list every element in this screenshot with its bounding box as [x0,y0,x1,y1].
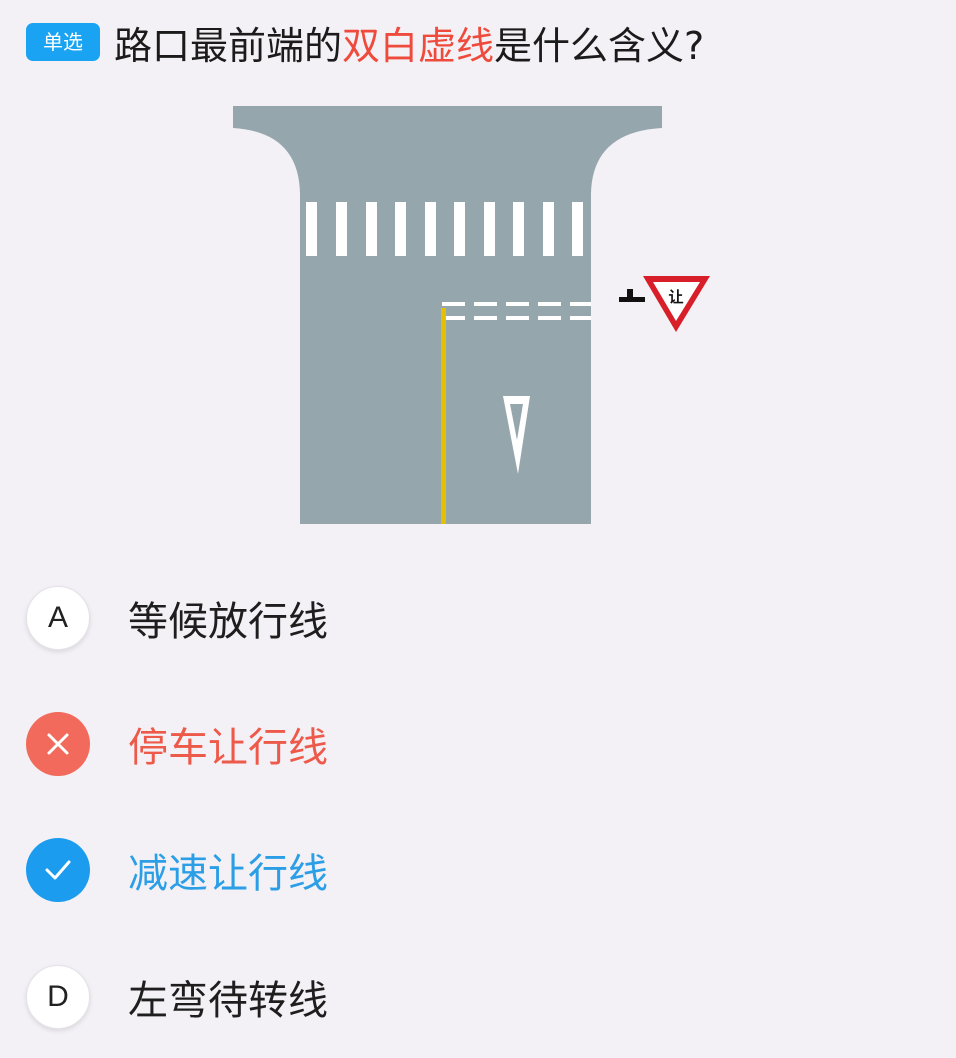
option-d[interactable]: D 左弯待转线 [26,964,328,1030]
question-text: 路口最前端的双白虚线是什么含义? [114,15,704,70]
yellow-center-line [441,308,446,524]
question-highlight: 双白虚线 [342,23,495,68]
option-a-letter: A [47,601,68,634]
option-d-letter: D [47,980,69,1013]
intersection-illustration: 让 [233,106,710,524]
question-type-badge: 单选 [26,23,100,61]
road-surface [233,106,662,524]
option-a-marker: A [26,586,90,650]
option-b-label: 停车让行线 [128,725,328,771]
question-prefix: 路口最前端的 [114,23,343,68]
option-b-marker [26,712,90,776]
option-d-marker: D [26,965,90,1029]
option-c-marker [26,838,90,902]
option-c[interactable]: 减速让行线 [26,837,328,903]
intersection-diagram: 让 [230,102,720,528]
question-suffix: 是什么含义? [494,23,705,68]
option-a[interactable]: A 等候放行线 [26,585,328,651]
close-icon [47,733,69,755]
option-c-label: 减速让行线 [128,851,328,897]
option-d-label: 左弯待转线 [128,978,328,1024]
option-a-label: 等候放行线 [128,599,328,645]
option-b[interactable]: 停车让行线 [26,711,328,777]
question-header: 单选 路口最前端的双白虚线是什么含义? [26,14,704,70]
yield-sign-text: 让 [668,288,683,306]
check-icon [45,860,71,880]
yield-sign-icon: 让 [643,276,710,332]
